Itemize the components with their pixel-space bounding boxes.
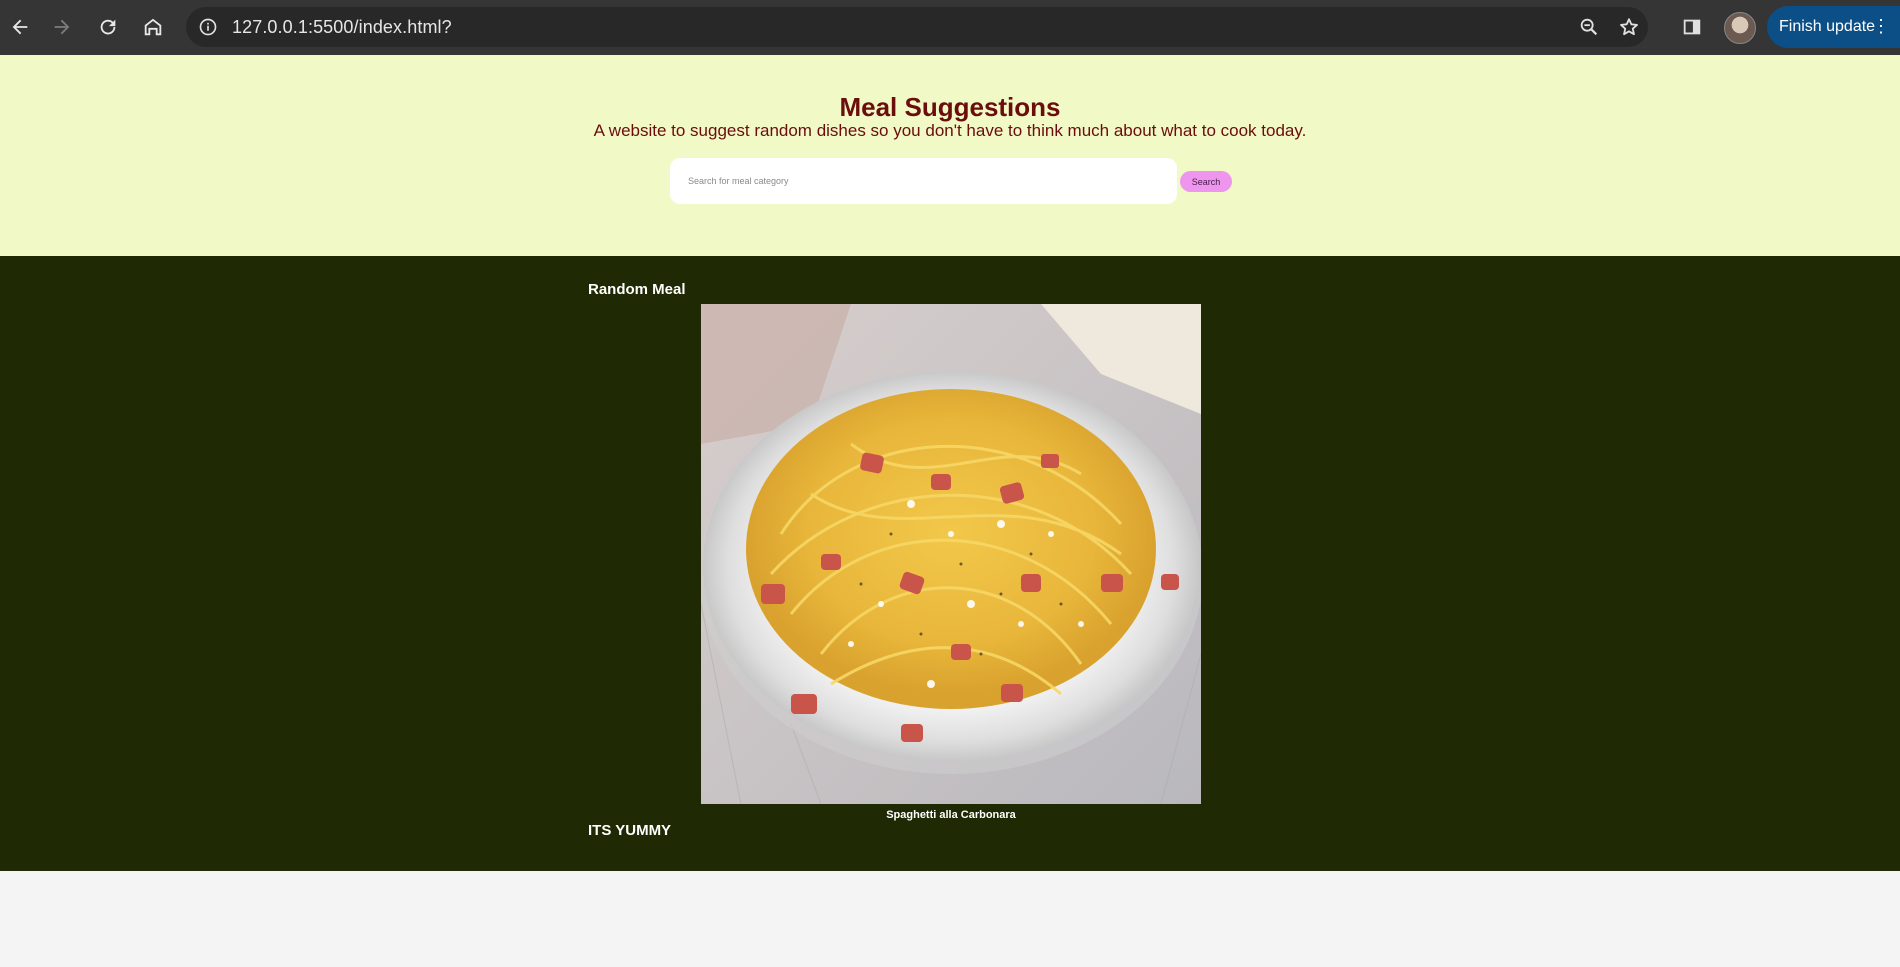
reload-icon[interactable] (94, 13, 122, 41)
finish-update-button[interactable]: Finish update ⋮ (1767, 6, 1900, 48)
home-icon[interactable] (139, 13, 167, 41)
section-title: Random Meal (588, 281, 686, 298)
address-url[interactable]: 127.0.0.1:5500/index.html? (232, 17, 452, 38)
forward-arrow-icon[interactable] (48, 13, 76, 41)
page-subtitle: A website to suggest random dishes so yo… (593, 121, 1307, 140)
star-icon[interactable] (1617, 15, 1641, 39)
address-bar[interactable]: 127.0.0.1:5500/index.html? (186, 7, 1648, 47)
meal-name: Spaghetti alla Carbonara (886, 809, 1016, 821)
page-bottom-area (0, 871, 1900, 967)
page-header: Meal Suggestions A website to suggest ra… (0, 55, 1900, 256)
search-input[interactable] (670, 158, 1177, 204)
side-panel-icon[interactable] (1678, 13, 1706, 41)
zoom-icon[interactable] (1577, 15, 1601, 39)
search-button[interactable]: Search (1180, 171, 1232, 192)
browser-toolbar: 127.0.0.1:5500/index.html? Finish update… (0, 0, 1900, 55)
page-title: Meal Suggestions (839, 92, 1061, 122)
back-arrow-icon[interactable] (6, 13, 34, 41)
random-meal-section: Random Meal Spaghetti alla Carbonara ITS… (0, 256, 1900, 871)
tagline: ITS YUMMY (588, 822, 672, 839)
meal-image (701, 304, 1201, 804)
more-vert-icon[interactable]: ⋮ (1872, 17, 1890, 35)
profile-avatar[interactable] (1724, 12, 1756, 44)
finish-update-label: Finish update (1779, 18, 1876, 35)
info-icon[interactable] (196, 15, 220, 39)
